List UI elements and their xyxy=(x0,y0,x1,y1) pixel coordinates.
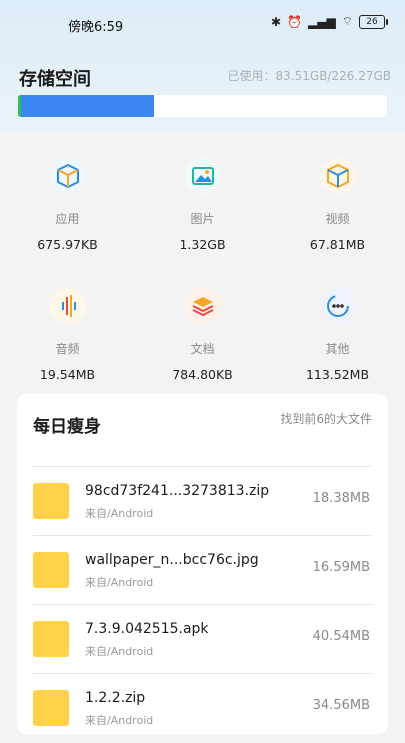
status-bar: 傍晚6:59 ✱ ⏰ ▂▄▆ ⌔ 26 xyxy=(0,0,405,46)
category-document[interactable]: 文档 784.80KB xyxy=(135,288,270,382)
category-size: 19.54MB xyxy=(39,367,96,382)
document-stack-icon xyxy=(184,288,221,324)
file-icon xyxy=(33,483,69,519)
signal-icon: ▂▄▆ xyxy=(308,14,336,29)
category-size: 1.32GB xyxy=(179,237,226,252)
file-size: 16.59MB xyxy=(312,560,370,575)
cleanup-title: 每日瘦身 xyxy=(33,417,101,437)
app-box-icon xyxy=(49,158,86,194)
category-audio[interactable]: 音频 19.54MB xyxy=(0,288,135,382)
status-icons: ✱ ⏰ ▂▄▆ ⌔ 26 xyxy=(271,14,388,29)
category-size: 675.97KB xyxy=(37,237,98,252)
status-time: 傍晚6:59 xyxy=(68,20,124,35)
daily-cleanup-card: 每日瘦身 找到前6的大文件 98cd73f241...3273813.zip 来… xyxy=(17,394,388,734)
category-label: 视频 xyxy=(325,212,350,226)
file-size: 34.56MB xyxy=(312,698,370,713)
category-size: 784.80KB xyxy=(172,367,233,382)
file-icon xyxy=(33,552,69,588)
cleanup-hint: 找到前6的大文件 xyxy=(280,412,372,426)
category-label: 图片 xyxy=(190,212,215,226)
category-grid: 应用 675.97KB 图片 1.32GB 视频 67.81MB 音频 19.5… xyxy=(0,133,405,388)
alarm-icon: ⏰ xyxy=(287,14,303,29)
file-size: 40.54MB xyxy=(312,629,370,644)
file-icon xyxy=(33,621,69,657)
large-file-row[interactable]: wallpaper_n...bcc76c.jpg 来自/Android 16.5… xyxy=(33,535,372,605)
file-source: 来自/Android xyxy=(85,507,154,520)
file-source: 来自/Android xyxy=(85,714,154,727)
category-video[interactable]: 视频 67.81MB xyxy=(270,158,405,252)
large-file-row[interactable]: 1.2.2.zip 来自/Android 34.56MB xyxy=(33,673,372,743)
category-label: 其他 xyxy=(325,342,350,356)
video-box-icon xyxy=(319,158,356,194)
file-name: 1.2.2.zip xyxy=(85,690,146,706)
large-file-row[interactable]: 98cd73f241...3273813.zip 来自/Android 18.3… xyxy=(33,466,372,536)
category-size: 67.81MB xyxy=(309,237,366,252)
large-file-row[interactable]: 7.3.9.042515.apk 来自/Android 40.54MB xyxy=(33,604,372,674)
storage-title: 存储空间 xyxy=(19,69,91,90)
category-image[interactable]: 图片 1.32GB xyxy=(135,158,270,252)
category-size: 113.52MB xyxy=(305,367,370,382)
more-icon xyxy=(319,288,356,324)
battery-icon: 26 xyxy=(359,14,388,29)
storage-used-text: 已使用：83.51GB/226.27GB xyxy=(227,69,391,83)
image-icon xyxy=(184,158,221,194)
storage-progress-bar xyxy=(18,95,387,117)
file-name: 98cd73f241...3273813.zip xyxy=(85,483,270,499)
wifi-icon: ⌔ xyxy=(341,14,353,28)
category-label: 音频 xyxy=(55,342,80,356)
file-name: 7.3.9.042515.apk xyxy=(85,621,209,637)
file-name: wallpaper_n...bcc76c.jpg xyxy=(85,552,259,568)
category-app[interactable]: 应用 675.97KB xyxy=(0,158,135,252)
category-other[interactable]: 其他 113.52MB xyxy=(270,288,405,382)
category-label: 文档 xyxy=(190,342,215,356)
file-size: 18.38MB xyxy=(312,491,370,506)
audio-icon xyxy=(49,288,86,324)
bluetooth-icon: ✱ xyxy=(271,14,282,29)
storage-progress-fill xyxy=(18,95,155,117)
file-icon xyxy=(33,690,69,726)
file-source: 来自/Android xyxy=(85,645,154,658)
category-label: 应用 xyxy=(55,212,80,226)
file-source: 来自/Android xyxy=(85,576,154,589)
